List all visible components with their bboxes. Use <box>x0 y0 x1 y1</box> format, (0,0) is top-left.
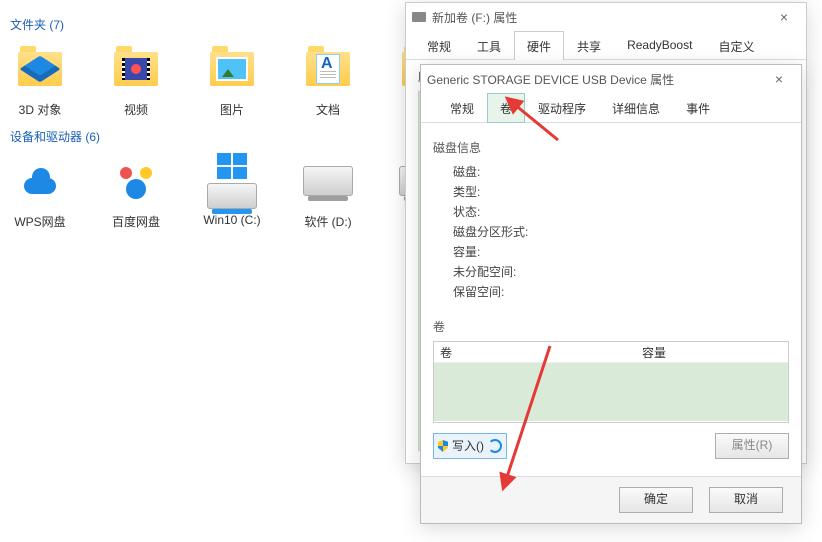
tab-volumes[interactable]: 卷 <box>487 93 525 123</box>
uac-shield-icon <box>438 440 448 452</box>
volume-list-header: 卷 容量 <box>434 342 788 363</box>
cancel-button[interactable]: 取消 <box>709 487 783 513</box>
dialog-footer: 确定 取消 <box>421 476 801 523</box>
field-disk: 磁盘: <box>453 162 789 182</box>
close-button[interactable]: × <box>768 6 800 28</box>
icon-label: 百度网盘 <box>112 213 160 230</box>
ok-button[interactable]: 确定 <box>619 487 693 513</box>
film-icon <box>122 58 150 80</box>
photo-icon <box>216 57 248 81</box>
col-capacity: 容量 <box>520 344 788 361</box>
drive-icon <box>303 166 353 196</box>
tab-details[interactable]: 详细信息 <box>599 93 673 123</box>
dialog-title: 新加卷 (F:) 属性 <box>432 9 517 26</box>
icon-label: 3D 对象 <box>19 101 62 118</box>
tab-events[interactable]: 事件 <box>673 93 723 123</box>
drive-icon <box>412 12 426 22</box>
folder-icon <box>210 52 254 86</box>
folder-icon <box>306 52 350 86</box>
icon-label: 图片 <box>220 101 244 118</box>
titlebar[interactable]: 新加卷 (F:) 属性 × <box>406 3 806 31</box>
field-reserved: 保留空间: <box>453 282 789 302</box>
field-capacity: 容量: <box>453 242 789 262</box>
action-buttons: 写入() 属性(R) <box>433 433 789 459</box>
volume-section-label: 卷 <box>433 318 789 335</box>
drive-icon <box>207 183 257 209</box>
drive-d[interactable]: 软件 (D:) <box>298 153 358 230</box>
cube-icon <box>19 56 60 83</box>
folder-icon <box>402 52 446 86</box>
refresh-icon <box>488 439 502 453</box>
tab-custom[interactable]: 自定义 <box>705 31 767 60</box>
tab-bar: 常规 工具 硬件 共享 ReadyBoost 自定义 <box>406 31 806 60</box>
folder-documents[interactable]: 文档 <box>298 41 358 118</box>
col-volume: 卷 <box>434 344 520 361</box>
icon-label: Win10 (C:) <box>203 213 260 227</box>
close-button[interactable]: × <box>763 68 795 90</box>
titlebar[interactable]: Generic STORAGE DEVICE USB Device 属性 × <box>421 65 801 93</box>
folder-icon <box>114 52 158 86</box>
folder-3d-objects[interactable]: 3D 对象 <box>10 41 70 118</box>
cloud-icon <box>20 168 60 194</box>
drive-c[interactable]: Win10 (C:) <box>202 153 262 230</box>
field-unallocated: 未分配空间: <box>453 262 789 282</box>
populate-label: 写入() <box>452 435 484 457</box>
field-partition: 磁盘分区形式: <box>453 222 789 242</box>
drive-wps[interactable]: WPS网盘 <box>10 153 70 230</box>
icon-label: WPS网盘 <box>14 213 65 230</box>
tab-sharing[interactable]: 共享 <box>564 31 614 60</box>
folder-icon <box>18 52 62 86</box>
disk-info-label: 磁盘信息 <box>433 139 789 156</box>
document-icon <box>316 54 340 84</box>
icon-label: 视频 <box>124 101 148 118</box>
icon-label: 软件 (D:) <box>304 213 351 230</box>
tab-tools[interactable]: 工具 <box>464 31 514 60</box>
populate-button[interactable]: 写入() <box>433 433 507 459</box>
tab-general-2[interactable]: 常规 <box>437 93 487 123</box>
tab-driver[interactable]: 驱动程序 <box>525 93 599 123</box>
properties-button[interactable]: 属性(R) <box>715 433 789 459</box>
volume-list-body <box>434 363 788 421</box>
dialog-content: 磁盘信息 磁盘: 类型: 状态: 磁盘分区形式: 容量: 未分配空间: 保留空间… <box>421 123 801 423</box>
field-status: 状态: <box>453 202 789 222</box>
volume-list[interactable]: 卷 容量 <box>433 341 789 423</box>
baidu-icon <box>118 163 154 199</box>
field-type: 类型: <box>453 182 789 202</box>
icon-label: 文档 <box>316 101 340 118</box>
windows-icon <box>217 153 247 179</box>
folder-videos[interactable]: 视频 <box>106 41 166 118</box>
folder-pictures[interactable]: 图片 <box>202 41 262 118</box>
tab-hardware[interactable]: 硬件 <box>514 31 564 60</box>
drive-baidu[interactable]: 百度网盘 <box>106 153 166 230</box>
dialog-title: Generic STORAGE DEVICE USB Device 属性 <box>427 71 674 88</box>
device-properties-dialog: Generic STORAGE DEVICE USB Device 属性 × 常… <box>420 64 802 524</box>
tab-readyboost[interactable]: ReadyBoost <box>614 31 705 60</box>
tab-bar: 常规 卷 驱动程序 详细信息 事件 <box>421 93 801 123</box>
